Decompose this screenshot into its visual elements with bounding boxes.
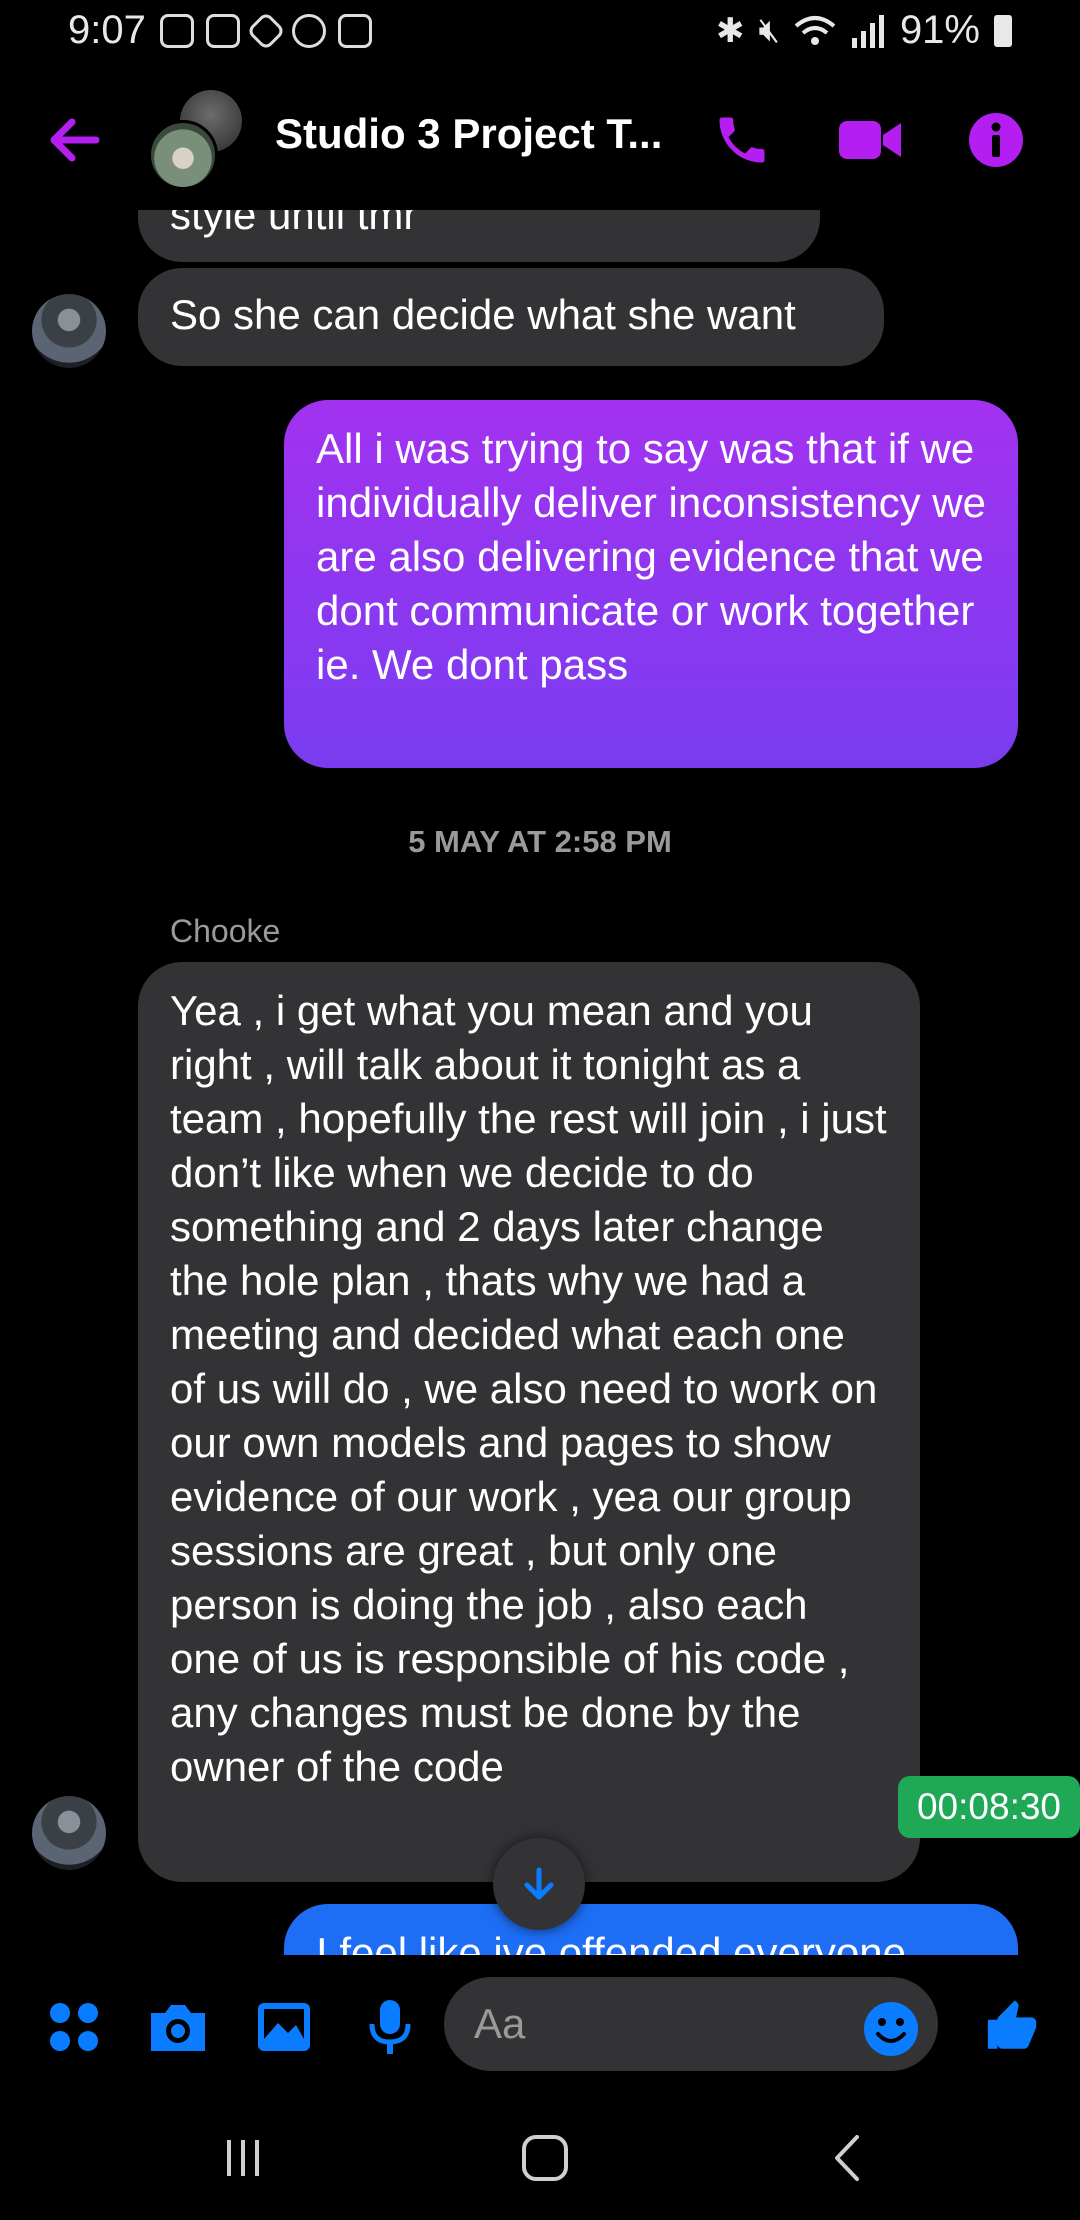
member-avatar	[148, 120, 218, 190]
chat-title[interactable]: Studio 3 Project T...	[275, 110, 695, 158]
thumbs-up-icon	[987, 2000, 1037, 2049]
status-notification-icons	[160, 11, 372, 51]
conversation-info-button[interactable]	[956, 100, 1036, 180]
status-time: 9:07	[68, 8, 146, 52]
like-button[interactable]	[980, 1995, 1044, 2059]
message-bubble-incoming[interactable]: Yea , i get what you mean and you right …	[138, 962, 920, 1882]
wifi-icon	[794, 15, 836, 45]
notification-icon	[206, 14, 240, 48]
message-list[interactable]: style until tmr So she can decide what s…	[0, 210, 1080, 1955]
scroll-to-bottom-button[interactable]	[493, 1838, 585, 1930]
system-navigation-bar	[0, 2100, 1080, 2220]
message-text: So she can decide what she want	[170, 291, 796, 338]
message-text: style until tmr	[170, 210, 418, 238]
chevron-left-icon	[835, 2135, 859, 2181]
status-bar: 9:07 ✱ 🔇︎ 91%	[0, 0, 1080, 70]
notification-icon	[160, 14, 194, 48]
recent-apps-icon	[227, 2140, 259, 2176]
message-bubble-incoming[interactable]: style until tmr	[138, 210, 820, 262]
video-camera-icon	[839, 121, 901, 159]
gallery-button[interactable]	[252, 1995, 316, 2059]
voice-call-button[interactable]	[702, 100, 782, 180]
message-bubble-outgoing[interactable]: All i was trying to say was that if we i…	[284, 400, 1018, 768]
camera-icon	[151, 2005, 205, 2051]
image-icon	[258, 2003, 310, 2051]
home-icon	[522, 2135, 568, 2181]
phone-icon	[719, 117, 765, 163]
more-actions-button[interactable]	[42, 1995, 106, 2059]
arrow-left-icon	[50, 118, 100, 162]
message-bubble-outgoing[interactable]: I feel like ive offended everyone	[284, 1904, 1018, 1955]
sender-avatar[interactable]	[32, 294, 106, 368]
group-avatar[interactable]	[148, 90, 248, 190]
four-dots-icon	[50, 2003, 98, 2051]
chat-header: Studio 3 Project T...	[0, 70, 1080, 210]
info-icon	[969, 113, 1023, 167]
messenger-icon	[292, 14, 326, 48]
nav-back-button[interactable]	[812, 2128, 882, 2188]
battery-percent: 91%	[899, 8, 980, 52]
arrow-down-icon	[524, 1867, 554, 1900]
notification-icon	[338, 14, 372, 48]
message-timestamp: 5 MAY AT 2:58 PM	[408, 824, 672, 859]
home-button[interactable]	[510, 2128, 580, 2188]
voice-message-button[interactable]	[358, 1995, 422, 2059]
video-call-button[interactable]	[830, 100, 910, 180]
message-bubble-incoming[interactable]: So she can decide what she want	[138, 268, 884, 366]
recent-apps-button[interactable]	[208, 2128, 278, 2188]
emoji-button[interactable]	[862, 2000, 920, 2058]
battery-icon	[994, 14, 1012, 47]
sender-name: Chooke	[170, 913, 281, 949]
screen-recorder-timer[interactable]: 00:08:30	[898, 1776, 1080, 1838]
message-text: Yea , i get what you mean and you right …	[170, 987, 887, 1790]
microphone-icon	[369, 2000, 411, 2054]
binance-icon	[246, 11, 286, 51]
mute-icon: 🔇︎	[758, 11, 780, 49]
sender-avatar[interactable]	[32, 1796, 106, 1870]
back-button[interactable]	[42, 108, 106, 172]
status-system-icons: ✱ 🔇︎ 91%	[716, 8, 1012, 53]
bluetooth-icon: ✱	[716, 11, 745, 50]
message-text: All i was trying to say was that if we i…	[316, 425, 986, 688]
camera-button[interactable]	[146, 1995, 210, 2059]
signal-icon	[851, 14, 884, 48]
message-text: I feel like ive offended everyone	[316, 1929, 906, 1955]
smiley-icon	[864, 2002, 918, 2056]
